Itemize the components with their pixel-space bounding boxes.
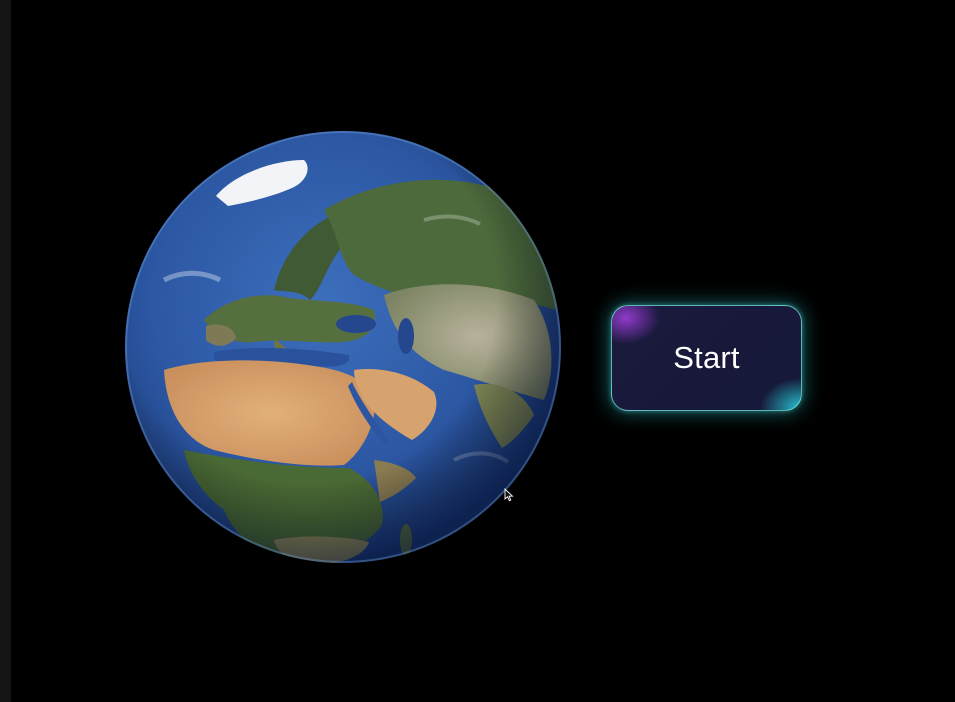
start-button[interactable]: Start	[611, 305, 802, 411]
scene: Start	[0, 0, 955, 702]
start-button-label: Start	[673, 340, 740, 375]
earth-globe-icon	[125, 131, 561, 563]
earth-globe	[124, 130, 562, 564]
window-edge	[0, 0, 11, 702]
mouse-cursor-icon	[504, 488, 514, 502]
